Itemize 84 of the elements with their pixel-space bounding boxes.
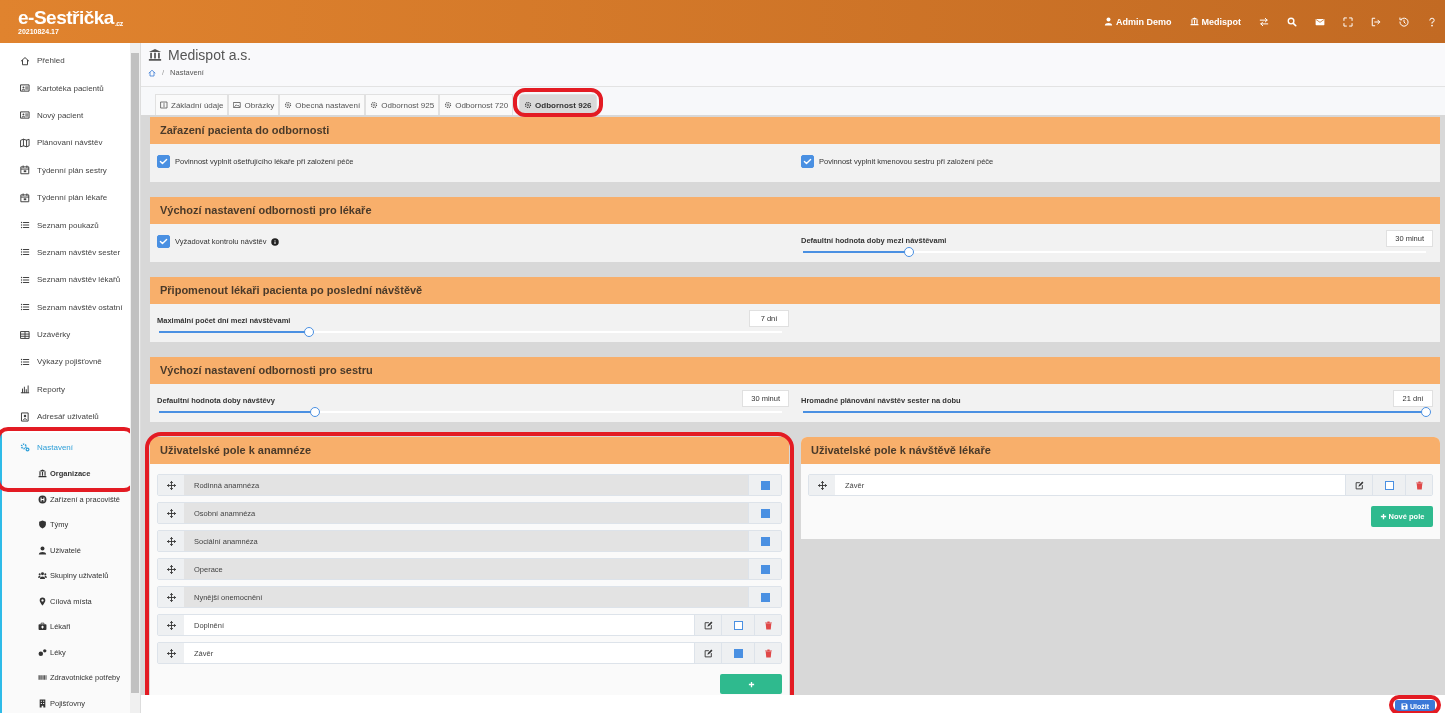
organization-name: Medispot a.s.: [168, 47, 252, 63]
search-icon[interactable]: [1287, 16, 1297, 27]
hospital-icon: [38, 494, 47, 504]
checkbox[interactable]: [157, 235, 170, 248]
sidebar-item[interactable]: Seznam návštěv sester: [0, 238, 130, 267]
card-header: Zařazení pacienta do odbornosti: [150, 117, 1440, 144]
bank-icon: [148, 48, 162, 62]
sidebar-item[interactable]: Reporty: [0, 375, 130, 404]
house-icon[interactable]: [148, 68, 156, 77]
info-icon: [160, 101, 168, 109]
shield-icon: [38, 520, 47, 530]
house-icon: [20, 55, 30, 66]
plus-icon: [747, 680, 755, 688]
user-icon: [1104, 17, 1113, 26]
user-menu[interactable]: Admin Demo: [1104, 16, 1172, 27]
tab[interactable]: Odbornost 720: [439, 94, 514, 115]
sidebar-item[interactable]: Týdenní plán lékaře: [0, 183, 130, 212]
highlight-outline: [1388, 695, 1441, 713]
map-icon: [20, 137, 30, 148]
slider-thumb[interactable]: [309, 407, 320, 417]
sidebar-item[interactable]: Nový pacient: [0, 101, 130, 130]
sidebar-item[interactable]: Adresář uživatelů: [0, 403, 130, 431]
card-header: Připomenout lékaři pacienta po poslední návštěvě: [150, 277, 1440, 304]
organization-menu[interactable]: Medispot: [1189, 16, 1241, 27]
map-pin-icon: [38, 596, 47, 606]
table-icon: [20, 329, 30, 340]
bank-icon: [1189, 17, 1199, 26]
tab[interactable]: Odbornost 925: [365, 94, 440, 115]
list-icon: [20, 302, 30, 313]
add-field-button[interactable]: [720, 674, 782, 694]
list-icon: [20, 247, 30, 258]
sign-out-icon[interactable]: [1371, 16, 1381, 27]
plus-icon: [1379, 513, 1387, 520]
tab[interactable]: Základní údaje: [155, 94, 229, 115]
sidebar-item[interactable]: Seznam návštěv lékařů: [0, 266, 130, 294]
gear-icon: [284, 101, 293, 109]
contact-card-icon: [20, 411, 30, 422]
list-icon: [20, 357, 30, 367]
sidebar-item[interactable]: Plánovaní návštěv: [0, 129, 130, 157]
barcode-icon: [38, 673, 47, 683]
checkbox[interactable]: [801, 155, 814, 168]
tab[interactable]: Obrázky: [228, 94, 280, 115]
id-card-icon: [20, 83, 30, 94]
panel-header: Uživatelské pole k anamnéze: [150, 437, 789, 464]
calendar-icon: [20, 192, 30, 203]
user-icon: [38, 545, 47, 555]
list-icon: [20, 220, 30, 231]
bar-chart-icon: [20, 384, 30, 395]
sidebar-item[interactable]: Seznam poukazů: [0, 211, 130, 239]
list-icon: [20, 274, 30, 285]
gear-icon: [524, 101, 533, 109]
sidebar-item[interactable]: Kartotéka pacientů: [0, 74, 130, 102]
building-icon: [38, 698, 47, 708]
panel-header: Uživatelské pole k návštěvě lékaře: [801, 437, 1440, 464]
history-icon[interactable]: [1399, 16, 1409, 27]
slider-thumb[interactable]: [903, 247, 914, 257]
pills-icon: [38, 647, 47, 657]
slider-thumb[interactable]: [303, 327, 314, 337]
help-icon[interactable]: [1427, 16, 1437, 27]
bank-icon: [38, 469, 47, 479]
medical-kit-icon: [38, 622, 47, 632]
sidebar-item[interactable]: Seznam návštěv ostatní: [0, 293, 130, 321]
sidebar-item[interactable]: Přehled: [0, 47, 130, 75]
tab[interactable]: Odbornost 926: [519, 94, 597, 115]
info-icon[interactable]: [271, 237, 280, 246]
gear-icon: [444, 101, 453, 109]
id-card-icon: [20, 110, 30, 121]
checkbox[interactable]: [157, 155, 170, 168]
sidebar-item[interactable]: Uzávěrky: [0, 320, 130, 349]
tab[interactable]: Obecná nastavení: [279, 94, 366, 115]
card-header: Výchozí nastavení odbornosti pro lékaře: [150, 197, 1440, 224]
fullscreen-icon[interactable]: [1343, 16, 1353, 27]
image-icon: [233, 101, 242, 109]
users-icon: [38, 571, 47, 581]
slider-thumb[interactable]: [1421, 407, 1431, 417]
gears-icon: [20, 442, 30, 453]
gear-icon: [370, 101, 379, 109]
calendar-icon: [20, 165, 30, 176]
sidebar-item[interactable]: Výkazy pojišťovně: [0, 348, 130, 376]
card-header: Výchozí nastavení odbornosti pro sestru: [150, 357, 1440, 384]
scrollbar[interactable]: [130, 43, 140, 713]
envelope-icon[interactable]: [1315, 16, 1325, 27]
sidebar-item[interactable]: Týdenní plán sestry: [0, 156, 130, 184]
swap-arrows-icon[interactable]: [1259, 16, 1269, 27]
